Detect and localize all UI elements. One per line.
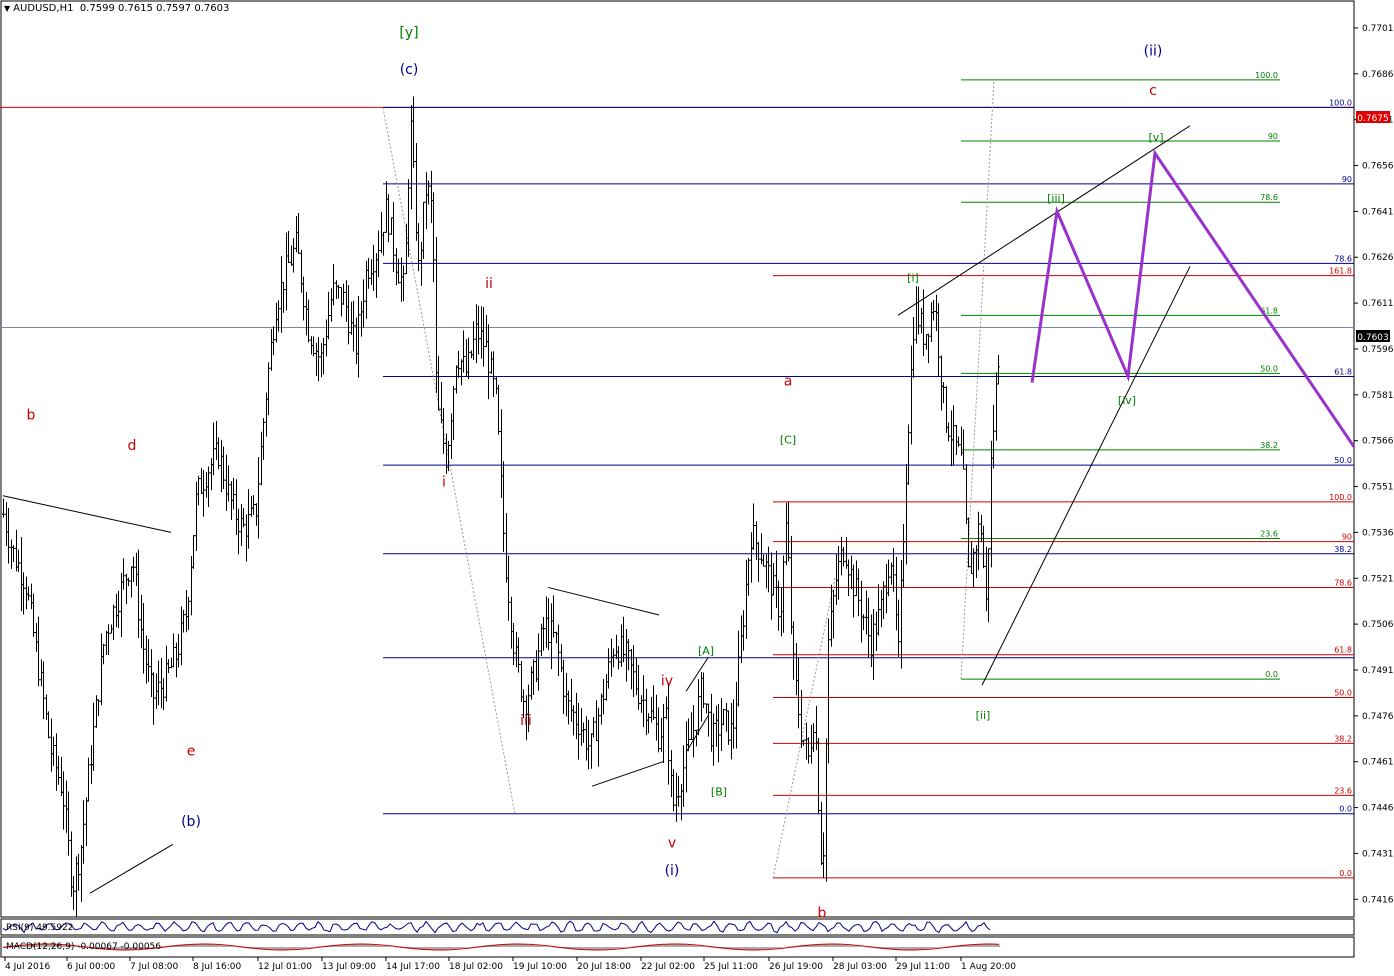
y-tick-label-1: 0.7686 [1362, 70, 1394, 80]
price-chart[interactable]: 100.0 90 78.6 61.8 50.0 38.2 0.0 161.8 100.0 90 78… [0, 0, 1394, 976]
y-tick-label-10: 0.7551 [1362, 483, 1394, 493]
y-tick-label-15: 0.7476 [1362, 712, 1394, 722]
wave-label-9: iii [520, 713, 532, 729]
x-tick-label-7: 18 Jul 02:00 [449, 962, 503, 972]
x-tick-label-11: 25 Jul 11:00 [704, 962, 758, 972]
fib-label-1-5: 50.0 [1334, 689, 1352, 698]
wave-label-19: c [1149, 83, 1157, 99]
ohlc-values: 0.7599 0.7615 0.7597 0.7603 [79, 3, 230, 14]
wave-label-2: (c) [400, 62, 419, 78]
y-tick-label-9: 0.7566 [1362, 437, 1394, 447]
wave-label-14: [B] [711, 785, 727, 798]
fib-label-2-0: 100.0 [1255, 71, 1278, 80]
y-tick-label-5: 0.7626 [1362, 253, 1394, 263]
wave-label-7: ii [485, 276, 493, 292]
x-tick-label-6: 14 Jul 17:00 [386, 962, 440, 972]
y-tick-label-14: 0.7491 [1362, 666, 1394, 676]
rsi-label: RSI(9) 49.5922 [6, 923, 74, 933]
current-price-label: 0.7603 [1357, 333, 1389, 343]
fib-label-1-1: 100.0 [1329, 493, 1352, 502]
x-tick-label-15: 1 Aug 20:00 [961, 962, 1016, 972]
wave-label-11: v [668, 835, 676, 851]
fib-label-0-2: 78.6 [1334, 254, 1352, 263]
marked-price-label: 0.7675 [1357, 114, 1389, 124]
wave-label-21: [iii] [1047, 192, 1065, 205]
triangle-down-icon[interactable]: ▼ [4, 4, 10, 13]
x-tick-label-1: 6 Jul 00:00 [67, 962, 116, 972]
wave-label-16: [C] [780, 434, 796, 447]
y-tick-label-7: 0.7596 [1362, 345, 1394, 355]
x-tick-label-2: 7 Jul 08:00 [130, 962, 179, 972]
fib-label-2-2: 78.6 [1260, 193, 1278, 202]
y-tick-label-18: 0.7431 [1362, 849, 1394, 859]
x-tick-label-9: 20 Jul 18:00 [577, 962, 631, 972]
price-axis: 0.77010.76860.76710.76560.76410.76260.76… [1354, 24, 1394, 905]
wave-label-15: a [784, 374, 793, 390]
fib-label-1-8: 0.0 [1339, 869, 1352, 878]
wave-label-18: (ii) [1144, 43, 1163, 59]
fib-label-0-4: 50.0 [1334, 456, 1352, 465]
fib-label-1-7: 23.6 [1334, 786, 1352, 795]
x-tick-label-14: 29 Jul 11:00 [896, 962, 950, 972]
y-tick-label-16: 0.7461 [1362, 758, 1394, 768]
wave-label-22: [i] [907, 272, 919, 285]
fib-label-1-0: 161.8 [1329, 267, 1352, 276]
time-axis: 4 Jul 2016 6 Jul 00:00 7 Jul 08:00 8 Jul 16… [4, 957, 1016, 972]
wave-label-5: e [187, 744, 196, 760]
rsi-panel [0, 918, 1355, 936]
y-tick-label-3: 0.7656 [1362, 162, 1394, 172]
fib-label-0-7: 0.0 [1339, 805, 1352, 814]
fib-label-2-1: 90 [1268, 132, 1278, 141]
chart-header: ▼ AUDUSD,H1 0.7599 0.7615 0.7597 0.7603 [4, 3, 229, 14]
fib-label-0-3: 61.8 [1334, 367, 1352, 376]
y-tick-label-17: 0.7446 [1362, 804, 1394, 814]
y-tick-label-19: 0.7416 [1362, 895, 1394, 905]
y-tick-label-0: 0.7701 [1362, 24, 1394, 34]
fib-label-1-3: 78.6 [1334, 578, 1352, 587]
y-tick-label-12: 0.7521 [1362, 574, 1394, 584]
wave-label-12: (i) [665, 863, 680, 879]
wave-label-23: [iv] [1118, 394, 1136, 407]
wave-label-10: iv [661, 673, 673, 689]
wave-label-3: b [27, 407, 36, 423]
macd-label: MACD(12,26,9) -0.00067 -0.00056 [6, 942, 162, 952]
x-tick-label-8: 19 Jul 10:00 [513, 962, 567, 972]
wave-label-4: d [128, 438, 137, 454]
y-tick-label-11: 0.7536 [1362, 528, 1394, 538]
fib-label-1-2: 90 [1342, 533, 1352, 542]
wave-label-13: [A] [698, 645, 714, 658]
fib-label-0-0: 100.0 [1329, 98, 1352, 107]
wave-label-6: (b) [181, 814, 201, 830]
y-tick-label-8: 0.7581 [1362, 391, 1394, 401]
x-tick-label-0: 4 Jul 2016 [5, 962, 50, 972]
y-tick-label-13: 0.7506 [1362, 620, 1394, 630]
fib-label-2-7: 0.0 [1265, 670, 1278, 679]
fib-label-1-4: 61.8 [1334, 646, 1352, 655]
x-tick-label-13: 28 Jul 03:00 [833, 962, 887, 972]
y-tick-label-6: 0.7611 [1362, 299, 1394, 309]
wave-label-24: [ii] [976, 709, 991, 722]
fib-label-1-6: 38.2 [1334, 734, 1352, 743]
x-tick-label-10: 22 Jul 02:00 [641, 962, 695, 972]
wave-label-8: i [442, 475, 446, 491]
x-tick-label-4: 12 Jul 01:00 [258, 962, 312, 972]
fib-label-2-6: 23.6 [1260, 530, 1278, 539]
x-tick-label-5: 13 Jul 09:00 [322, 962, 376, 972]
symbol-label: AUDUSD,H1 [13, 3, 74, 14]
x-tick-label-12: 26 Jul 19:00 [769, 962, 823, 972]
wave-label-1: [y] [399, 25, 418, 41]
fib-label-2-5: 38.2 [1260, 441, 1278, 450]
y-tick-label-4: 0.7641 [1362, 207, 1394, 217]
wave-label-20: [v] [1148, 131, 1163, 144]
fib-label-2-4: 50.0 [1260, 364, 1278, 373]
fib-label-0-1: 90 [1342, 175, 1352, 184]
fib-label-0-5: 38.2 [1334, 545, 1352, 554]
x-tick-label-3: 8 Jul 16:00 [193, 962, 242, 972]
